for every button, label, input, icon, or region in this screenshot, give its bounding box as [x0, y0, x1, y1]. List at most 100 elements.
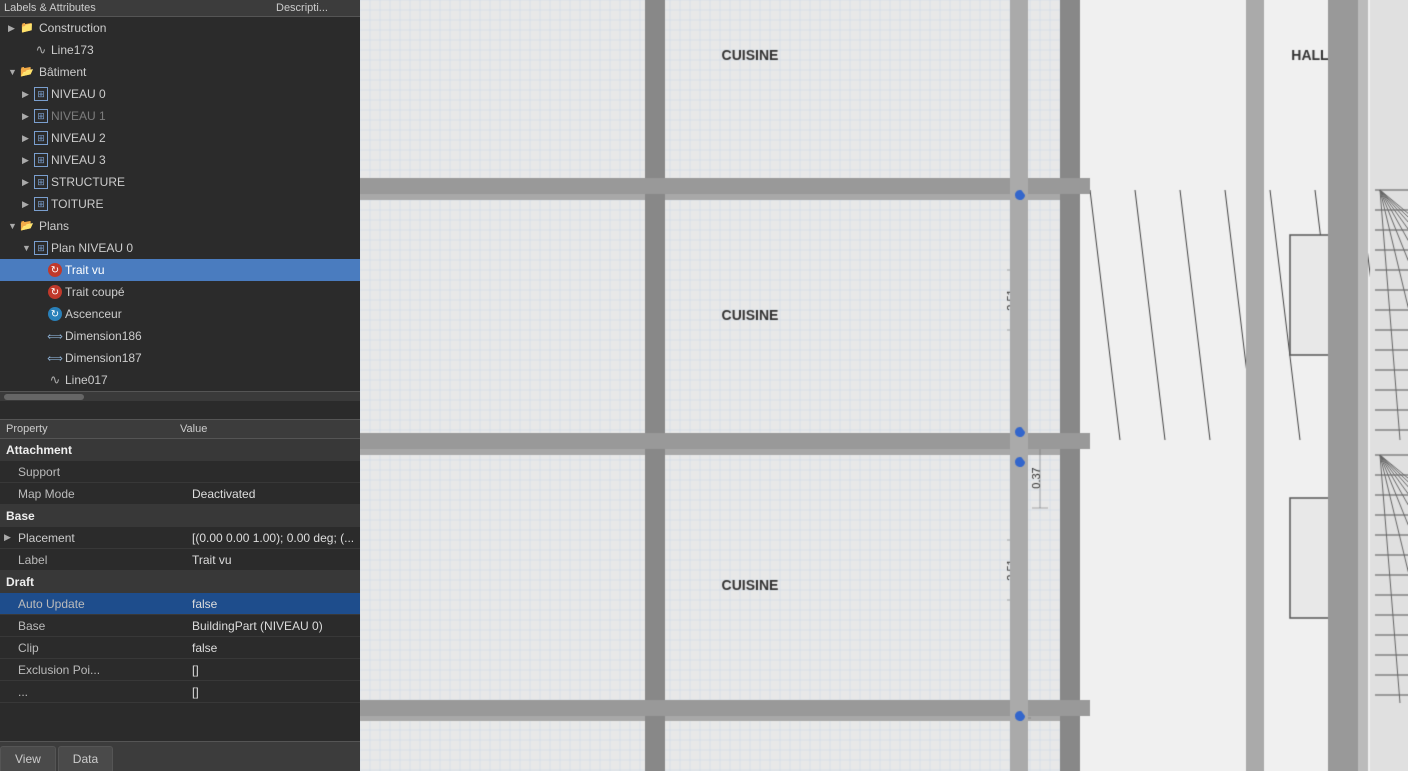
tree-items: 📁Construction∿Line173📂Bâtiment⊞NIVEAU 0⊞…: [0, 17, 360, 391]
prop-row: LabelTrait vu: [0, 549, 360, 571]
cycle-red-icon: ↻: [48, 285, 62, 299]
line-icon: ∿: [48, 373, 62, 387]
prop-value: false: [186, 641, 360, 655]
tab-view[interactable]: View: [0, 746, 56, 771]
prop-name: Map Mode: [0, 487, 186, 501]
folder-icon: 📁: [20, 21, 36, 35]
tree-item-label: Ascenceur: [65, 307, 122, 321]
tree-item-label: TOITURE: [51, 197, 103, 211]
view-icon: ⊞: [34, 153, 48, 167]
tree-item-label: Line017: [65, 373, 108, 387]
tree-item-label: Bâtiment: [39, 65, 86, 79]
tree-item-niveau2[interactable]: ⊞NIVEAU 2: [0, 127, 360, 149]
props-section[interactable]: Property Value Attachment Support Map Mode…: [0, 420, 360, 741]
cycle-red-icon: ↻: [48, 263, 62, 277]
prop-row: Attachment: [0, 439, 360, 461]
folder-open-icon: 📂: [20, 219, 36, 233]
tree-item-trait_vu[interactable]: ↻Trait vu: [0, 259, 360, 281]
tree-item-label: Line173: [51, 43, 94, 57]
view-icon: ⊞: [34, 175, 48, 189]
prop-section-name: Attachment: [0, 443, 180, 457]
prop-row[interactable]: Auto Updatefalse: [0, 593, 360, 615]
tree-item-trait_coupe[interactable]: ↻Trait coupé: [0, 281, 360, 303]
tree-item-structure[interactable]: ⊞STRUCTURE: [0, 171, 360, 193]
left-panel: Labels & Attributes Descripti... 📁Constr…: [0, 0, 360, 771]
prop-value: Deactivated: [186, 487, 360, 501]
prop-name: Support: [0, 465, 186, 479]
view-icon: ⊞: [34, 87, 48, 101]
tree-item-batiment[interactable]: 📂Bâtiment: [0, 61, 360, 83]
tree-item-construction[interactable]: 📁Construction: [0, 17, 360, 39]
prop-row: ...[]: [0, 681, 360, 703]
prop-section-name: Draft: [0, 575, 180, 589]
cad-canvas: [360, 0, 1408, 771]
tree-header: Labels & Attributes Descripti...: [0, 0, 360, 17]
scrollbar-thumb: [4, 394, 84, 400]
prop-value: []: [186, 663, 360, 677]
tree-item-toiture[interactable]: ⊞TOITURE: [0, 193, 360, 215]
folder-open-icon: 📂: [20, 65, 36, 79]
prop-name: Exclusion Poi...: [0, 663, 186, 677]
prop-row: Clipfalse: [0, 637, 360, 659]
tree-col-label: Labels & Attributes: [4, 2, 276, 14]
prop-value: [(0.00 0.00 1.00); 0.00 deg; (...: [186, 531, 360, 545]
horizontal-scrollbar[interactable]: [0, 391, 360, 401]
prop-name: Placement: [12, 531, 186, 545]
tree-item-label: NIVEAU 2: [51, 131, 106, 145]
prop-name: Clip: [0, 641, 186, 655]
prop-value: Trait vu: [186, 553, 360, 567]
prop-value: []: [186, 685, 360, 699]
line-icon: ∿: [34, 43, 48, 57]
prop-name: Base: [0, 619, 186, 633]
tree-section[interactable]: Labels & Attributes Descripti... 📁Constr…: [0, 0, 360, 420]
view-icon: ⊞: [34, 109, 48, 123]
tree-item-label: Dimension186: [65, 329, 142, 343]
prop-name: ...: [0, 685, 186, 699]
tree-item-line017[interactable]: ∿Line017: [0, 369, 360, 391]
props-col-property: Property: [6, 423, 180, 435]
props-header: Property Value: [0, 420, 360, 439]
view-icon: ⊞: [34, 197, 48, 211]
tab-data[interactable]: Data: [58, 746, 113, 771]
tree-item-label: NIVEAU 3: [51, 153, 106, 167]
tree-item-niveau3[interactable]: ⊞NIVEAU 3: [0, 149, 360, 171]
tree-item-label: Plans: [39, 219, 69, 233]
prop-value: BuildingPart (NIVEAU 0): [186, 619, 360, 633]
view-icon: ⊞: [34, 131, 48, 145]
prop-row: Map ModeDeactivated: [0, 483, 360, 505]
prop-row: ▶Placement[(0.00 0.00 1.00); 0.00 deg; (…: [0, 527, 360, 549]
tree-item-dim187[interactable]: ⟺Dimension187: [0, 347, 360, 369]
tree-item-dim186[interactable]: ⟺Dimension186: [0, 325, 360, 347]
tree-item-niveau1[interactable]: ⊞NIVEAU 1: [0, 105, 360, 127]
prop-row: Support: [0, 461, 360, 483]
prop-name: Label: [0, 553, 186, 567]
prop-row: Exclusion Poi...[]: [0, 659, 360, 681]
props-rows: Attachment Support Map ModeDeactivated Base…: [0, 439, 360, 703]
view-icon: ⊞: [34, 241, 48, 255]
props-col-value: Value: [180, 423, 354, 435]
cycle-blue-icon: ↻: [48, 307, 62, 321]
tree-item-niveau0[interactable]: ⊞NIVEAU 0: [0, 83, 360, 105]
tree-item-plans[interactable]: 📂Plans: [0, 215, 360, 237]
dim-icon: ⟺: [48, 329, 62, 343]
tree-item-label: Dimension187: [65, 351, 142, 365]
tree-col-desc: Descripti...: [276, 2, 356, 14]
prop-name: Auto Update: [0, 597, 186, 611]
prop-row: Draft: [0, 571, 360, 593]
tree-item-label: Trait vu: [65, 263, 105, 277]
tree-item-label: Plan NIVEAU 0: [51, 241, 133, 255]
tree-item-label: STRUCTURE: [51, 175, 125, 189]
tree-item-line173[interactable]: ∿Line173: [0, 39, 360, 61]
prop-expand-arrow[interactable]: ▶: [0, 532, 12, 543]
tree-item-ascenseur[interactable]: ↻Ascenceur: [0, 303, 360, 325]
tree-item-plan_niveau0[interactable]: ⊞Plan NIVEAU 0: [0, 237, 360, 259]
tree-item-label: NIVEAU 1: [51, 109, 106, 123]
dim-icon: ⟺: [48, 351, 62, 365]
tree-item-label: Trait coupé: [65, 285, 125, 299]
bottom-tabs: View Data: [0, 741, 360, 771]
cad-view[interactable]: [360, 0, 1408, 771]
prop-row: BaseBuildingPart (NIVEAU 0): [0, 615, 360, 637]
prop-value: false: [186, 597, 360, 611]
prop-row: Base: [0, 505, 360, 527]
prop-section-name: Base: [0, 509, 180, 523]
